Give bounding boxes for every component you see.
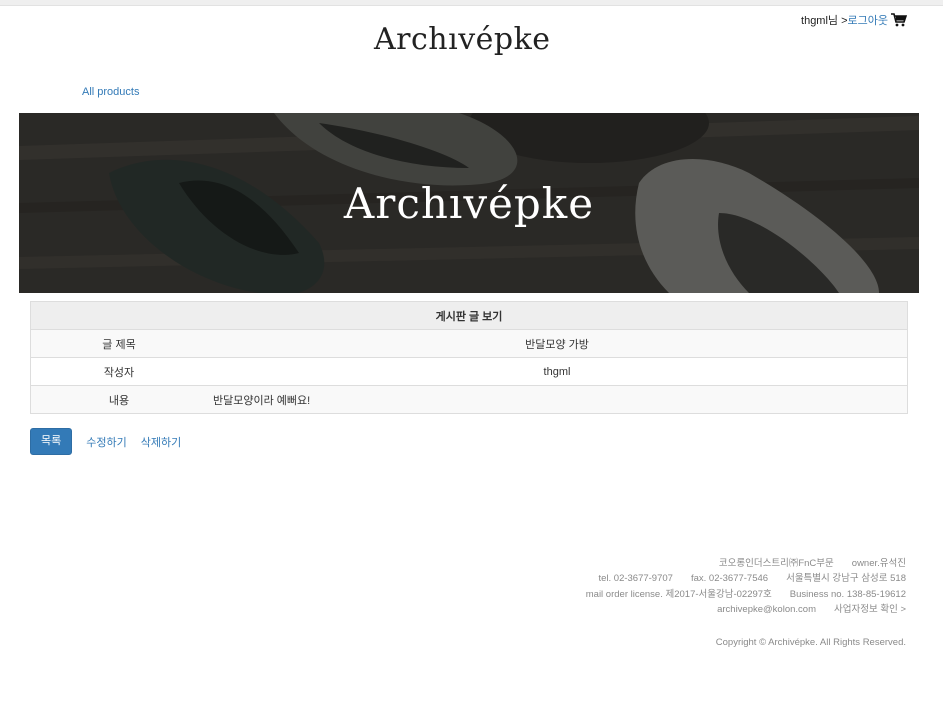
edit-link[interactable]: 수정하기: [86, 434, 126, 450]
footer-fax: fax. 02-3677-7546: [690, 573, 769, 585]
site-logo[interactable]: Archıvépke: [374, 22, 551, 57]
author-value: thgml: [207, 357, 908, 386]
title-value: 반달모양 가방: [207, 329, 908, 358]
content-value: 반달모양이라 예뻐요!: [207, 385, 908, 414]
cart-icon[interactable]: [891, 13, 908, 27]
nav-all-products[interactable]: All products: [82, 86, 139, 98]
table-row: 작성자 thgml: [30, 357, 908, 386]
footer-company: 코오롱인더스트리㈜FnC부문: [718, 558, 834, 569]
banner-title: Archıvépke: [343, 178, 595, 228]
board-heading: 게시판 글 보기: [30, 301, 908, 330]
title-label: 글 제목: [30, 329, 207, 358]
content-label: 내용: [30, 385, 207, 414]
site-footer: 코오롱인더스트리㈜FnC부문 owner.유석진 tel. 02-3677-970…: [586, 556, 906, 650]
user-area: thgml님 > 로그아웃: [801, 12, 908, 28]
footer-biz-info-link[interactable]: 사업자정보 확인 >: [834, 604, 906, 615]
footer-mail-order: mail order license. 제2017-서울강남-02297호: [585, 588, 772, 600]
table-row: 글 제목 반달모양 가방: [30, 329, 908, 358]
footer-email[interactable]: archivepke@kolon.com: [717, 604, 816, 615]
footer-tel: tel. 02-3677-9707: [598, 573, 673, 585]
list-button[interactable]: 목록: [30, 428, 73, 455]
footer-address: 서울특별시 강남구 삼성로 518: [786, 573, 906, 585]
table-row: 내용 반달모양이라 예뻐요!: [30, 385, 908, 414]
post-actions: 목록 수정하기 삭제하기: [30, 428, 181, 455]
footer-business: Business no. 138-85-19612: [789, 588, 906, 600]
username-label: thgml님 >: [801, 15, 848, 27]
top-strip: [0, 0, 943, 6]
footer-copyright: Copyright © Archivépke. All Rights Reser…: [715, 637, 906, 649]
hero-banner: Archıvépke: [19, 113, 919, 293]
author-label: 작성자: [30, 357, 207, 386]
post-view-table: 게시판 글 보기 글 제목 반달모양 가방 작성자 thgml 내용 반달모양이…: [30, 301, 908, 414]
logout-link[interactable]: 로그아웃: [848, 12, 888, 28]
footer-owner: owner.유석진: [851, 558, 906, 569]
delete-link[interactable]: 삭제하기: [141, 434, 181, 450]
